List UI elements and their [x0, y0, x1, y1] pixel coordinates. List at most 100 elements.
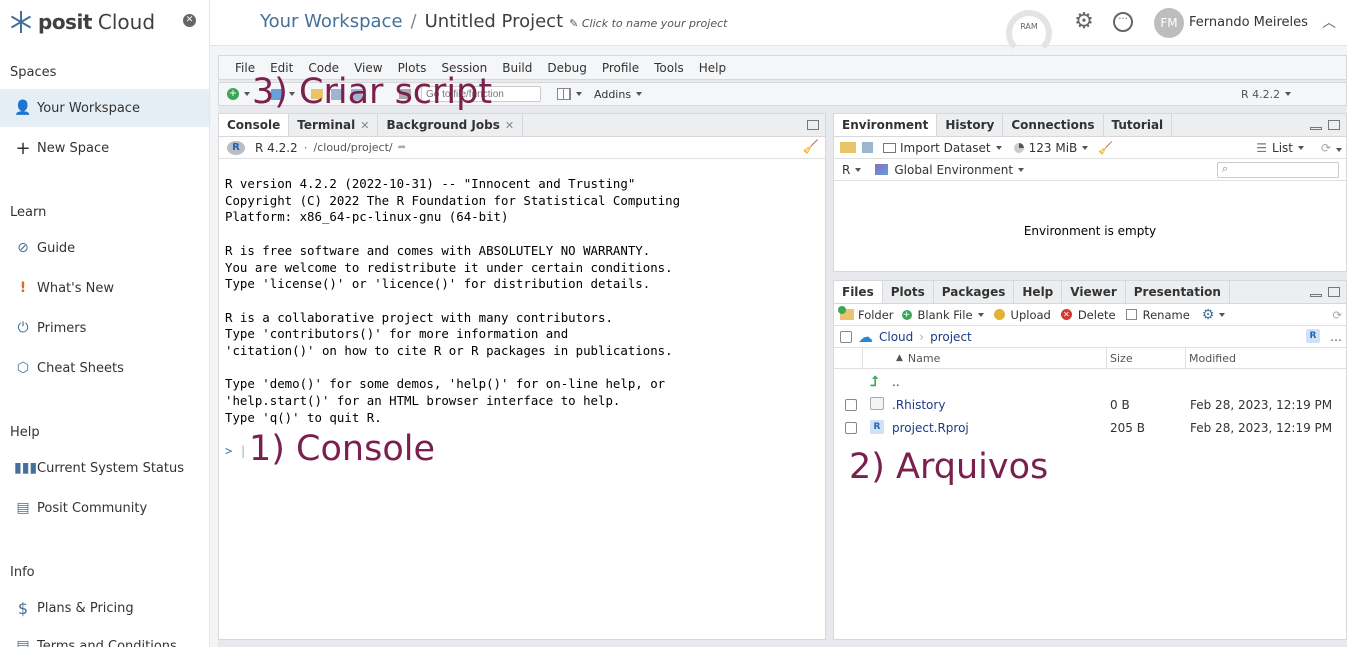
nav-item-system-status[interactable]: ▮▮▮ Current System Status	[0, 449, 209, 487]
save-workspace-icon[interactable]	[862, 142, 873, 153]
section-learn: Learn	[10, 205, 47, 220]
console-working-dir[interactable]: /cloud/project/	[314, 141, 393, 154]
select-all-checkbox[interactable]	[840, 330, 852, 343]
posit-cloud-logo[interactable]: posit Cloud	[10, 8, 155, 36]
settings-gear-icon[interactable]: ⚙	[1072, 10, 1096, 34]
user-name[interactable]: Fernando Meireles	[1189, 15, 1308, 30]
nav-item-whats-new[interactable]: ! What's New	[0, 269, 209, 307]
compass-icon: ⊘	[17, 240, 29, 256]
blank-file-label: Blank File	[917, 307, 973, 322]
environment-search-input[interactable]: ⌕	[1217, 162, 1339, 178]
tab-background-jobs[interactable]: Background Jobs ✕	[378, 114, 524, 136]
memory-usage-button[interactable]: 123 MiB	[1013, 141, 1089, 155]
clear-environment-icon[interactable]: 🧹	[1098, 141, 1113, 155]
hint-text: Click to name your project	[581, 17, 728, 30]
menu-help[interactable]: Help	[699, 61, 726, 75]
nav-item-guide[interactable]: ⊘ Guide	[0, 229, 209, 267]
file-name-link[interactable]: project.Rproj	[892, 421, 969, 435]
row-checkbox[interactable]	[845, 421, 857, 434]
parent-directory-row[interactable]: ⮥ ..	[834, 370, 1346, 393]
tab-history[interactable]: History	[937, 114, 1004, 136]
refresh-files-icon[interactable]: ⟳	[1332, 308, 1342, 322]
upload-button[interactable]: Upload	[993, 308, 1051, 322]
close-tab-icon[interactable]: ✕	[505, 119, 514, 132]
table-row: .Rhistory 0 B Feb 28, 2023, 12:19 PM	[834, 393, 1346, 416]
nav-item-your-workspace[interactable]: 👤 Your Workspace	[0, 89, 209, 127]
addins-menu[interactable]: Addins	[594, 86, 643, 102]
nav-item-label: Terms and Conditions	[37, 638, 177, 647]
minimize-pane-icon[interactable]	[1310, 127, 1322, 130]
ram-gauge[interactable]: RAM	[1006, 10, 1052, 56]
close-tab-icon[interactable]: ✕	[360, 119, 369, 132]
go-to-dir-icon[interactable]: ➦	[398, 142, 406, 153]
tab-tutorial[interactable]: Tutorial	[1104, 114, 1173, 136]
tab-label: Console	[227, 118, 281, 132]
menu-build[interactable]: Build	[502, 61, 532, 75]
menu-tools[interactable]: Tools	[654, 61, 684, 75]
nav-item-plans[interactable]: $ Plans & Pricing	[0, 589, 209, 627]
nav-item-label: Posit Community	[37, 500, 148, 516]
parent-directory-link[interactable]: ..	[892, 375, 900, 389]
rename-button[interactable]: Rename	[1125, 307, 1190, 322]
nav-item-new-space[interactable]: + New Space	[0, 129, 209, 167]
tab-plots[interactable]: Plots	[883, 281, 934, 303]
nav-item-cheat-sheets[interactable]: ⬡ Cheat Sheets	[0, 349, 209, 387]
import-dataset-button[interactable]: Import Dataset	[883, 141, 1002, 155]
clear-console-icon[interactable]: 🧹	[803, 140, 819, 155]
r-version-menu[interactable]: R 4.2.2	[1241, 86, 1292, 102]
scope-select[interactable]: Global Environment	[875, 163, 1025, 177]
chevron-up-icon[interactable]: ︿	[1322, 12, 1336, 32]
minimize-pane-icon[interactable]	[1310, 294, 1322, 297]
table-row: R project.Rproj 205 B Feb 28, 2023, 12:1…	[834, 416, 1346, 439]
new-file-button[interactable]: +	[227, 86, 250, 102]
name-column-header[interactable]: ▲ Name	[896, 352, 940, 365]
tab-packages[interactable]: Packages	[934, 281, 1015, 303]
nav-item-label: Current System Status	[37, 460, 184, 476]
load-workspace-icon[interactable]	[840, 142, 856, 153]
menu-profile[interactable]: Profile	[602, 61, 639, 75]
console-prompt[interactable]: > |	[225, 444, 247, 458]
modified-column-header[interactable]: Modified	[1189, 352, 1236, 365]
rename-label: Rename	[1142, 307, 1190, 322]
path-project-link[interactable]: project	[930, 330, 972, 344]
more-file-options-button[interactable]: ⚙	[1202, 307, 1226, 323]
blank-file-button[interactable]: + Blank File	[901, 307, 984, 322]
breadcrumb-workspace-link[interactable]: Your Workspace	[260, 11, 403, 32]
more-options-icon[interactable]: ···	[1113, 12, 1133, 32]
avatar[interactable]: FM	[1154, 8, 1184, 38]
nav-item-community[interactable]: ▤ Posit Community	[0, 489, 209, 527]
new-folder-button[interactable]: Folder	[838, 306, 894, 322]
restore-pane-icon[interactable]	[807, 120, 819, 130]
project-name-hint[interactable]: ✎ Click to name your project	[569, 17, 727, 30]
environment-tabs: Environment History Connections Tutorial	[834, 114, 1346, 137]
nav-item-terms[interactable]: ▤ Terms and Conditions	[0, 627, 209, 647]
grid-layout-button[interactable]	[557, 86, 582, 102]
language-select[interactable]: R	[842, 163, 862, 177]
menu-debug[interactable]: Debug	[547, 61, 586, 75]
tab-viewer[interactable]: Viewer	[1062, 281, 1126, 303]
row-checkbox[interactable]	[845, 398, 857, 411]
path-cloud-link[interactable]: Cloud	[879, 330, 913, 344]
refresh-environment-icon[interactable]: ⟳	[1321, 141, 1342, 155]
size-column-header[interactable]: Size	[1110, 352, 1133, 365]
tab-terminal[interactable]: Terminal ✕	[289, 114, 379, 136]
file-name-link[interactable]: .Rhistory	[892, 398, 945, 412]
tab-connections[interactable]: Connections	[1003, 114, 1104, 136]
tab-help[interactable]: Help	[1014, 281, 1063, 303]
r-project-icon[interactable]: R	[1306, 329, 1320, 343]
tab-files[interactable]: Files	[834, 281, 883, 303]
tab-console[interactable]: Console	[219, 114, 290, 136]
power-icon: ⏻	[17, 320, 29, 336]
nav-item-primers[interactable]: ⏻ Primers	[0, 309, 209, 347]
project-title[interactable]: Untitled Project	[425, 11, 564, 32]
tab-presentation[interactable]: Presentation	[1126, 281, 1230, 303]
project-header: Your Workspace / Untitled Project ✎ Clic…	[210, 0, 1347, 56]
more-path-icon[interactable]: …	[1330, 330, 1342, 344]
maximize-pane-icon[interactable]	[1328, 287, 1340, 297]
maximize-pane-icon[interactable]	[1328, 120, 1340, 130]
environment-pane: Environment History Connections Tutorial…	[833, 113, 1347, 272]
tab-environment[interactable]: Environment	[834, 114, 938, 136]
delete-button[interactable]: ✕ Delete	[1060, 308, 1116, 322]
list-view-button[interactable]: ☰ List	[1256, 141, 1304, 155]
close-nav-icon[interactable]: ✕	[183, 14, 196, 27]
